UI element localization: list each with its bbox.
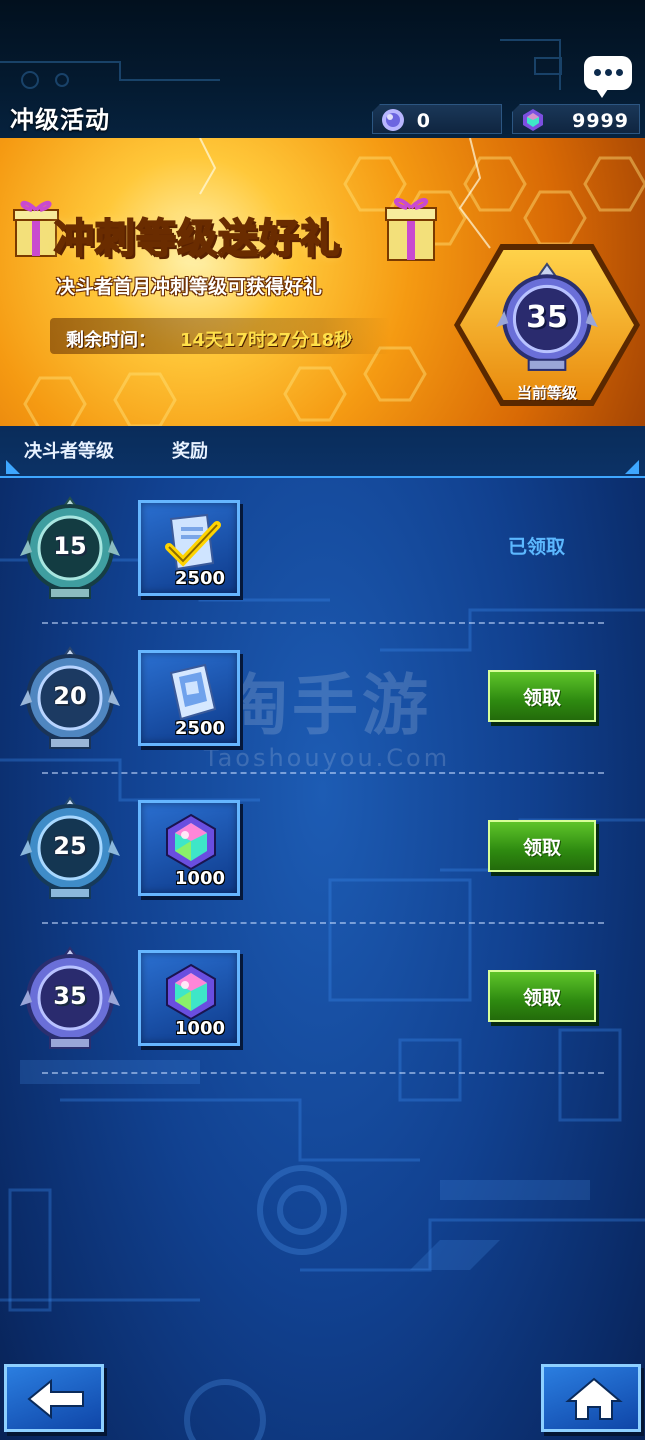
orb-count: 0	[416, 110, 431, 132]
gift-left-icon	[13, 200, 59, 257]
timer-label: 剩余时间：	[66, 330, 156, 351]
banner-subtitle: 决斗者首月冲刺等级可获得好礼	[56, 276, 323, 298]
reward-quantity: 1000	[174, 868, 225, 889]
row-divider	[42, 772, 604, 774]
reward-quantity: 2500	[174, 718, 225, 739]
orb-currency[interactable]: 0	[372, 104, 502, 134]
reward-table-header: 决斗者等级 奖励	[0, 426, 645, 478]
chat-button[interactable]	[584, 56, 632, 98]
ticket-check-icon	[165, 513, 221, 571]
home-icon	[565, 1377, 623, 1420]
event-banner: 冲刺等级送好礼 决斗者首月冲刺等级可获得好礼 剩余时间： 14天17时27分18…	[0, 138, 645, 426]
level-badge: 15	[20, 496, 120, 606]
gem-icon	[523, 109, 543, 131]
top-bar: 冲级活动 0 9999	[0, 0, 645, 138]
level-number: 25	[53, 832, 87, 860]
row-divider	[42, 922, 604, 924]
col-level-header: 决斗者等级	[24, 441, 114, 462]
orb-icon	[382, 109, 404, 131]
claimed-status: 已领取	[508, 536, 566, 558]
reward-quantity: 1000	[174, 1018, 225, 1039]
reward-item-card[interactable]: 2500	[138, 650, 240, 746]
gift-right-icon	[385, 197, 437, 261]
banner-headline: 冲刺等级送好礼	[53, 214, 341, 263]
page-title: 冲级活动	[10, 106, 110, 134]
timer-value: 14天17时27分18秒	[180, 330, 353, 351]
reward-row-level-20: 20 2500 领取	[0, 646, 645, 796]
gem-currency[interactable]: 9999	[512, 104, 640, 134]
reward-item-card[interactable]: 1000	[138, 800, 240, 896]
row-divider	[42, 1072, 604, 1074]
reward-row-level-35: 35 1000 领取	[0, 946, 645, 1096]
ticket-card-icon	[169, 663, 217, 721]
current-level-number: 35	[526, 300, 568, 335]
reward-quantity: 2500	[174, 568, 225, 589]
claim-button[interactable]: 领取	[488, 820, 596, 872]
level-number: 35	[53, 982, 87, 1010]
level-number: 20	[53, 682, 87, 710]
col-reward-header: 奖励	[172, 441, 208, 462]
reward-row-level-15: 15 2500 已领取	[0, 496, 645, 646]
home-button[interactable]	[541, 1364, 641, 1432]
level-badge: 25	[20, 796, 120, 906]
reward-row-level-25: 25 1000 领取	[0, 796, 645, 946]
top-circuit-decor	[0, 39, 562, 90]
gem-count: 9999	[572, 110, 629, 132]
reward-item-card[interactable]: 2500	[138, 500, 240, 596]
level-badge: 20	[20, 646, 120, 756]
gem-icon	[166, 813, 216, 871]
level-number: 15	[53, 532, 87, 560]
back-arrow-icon	[27, 1378, 84, 1420]
claim-button[interactable]: 领取	[488, 670, 596, 722]
back-button[interactable]	[4, 1364, 104, 1432]
gem-icon	[166, 963, 216, 1021]
reward-item-card[interactable]: 1000	[138, 950, 240, 1046]
claim-button[interactable]: 领取	[488, 970, 596, 1022]
row-divider	[42, 622, 604, 624]
level-badge: 35	[20, 946, 120, 1056]
